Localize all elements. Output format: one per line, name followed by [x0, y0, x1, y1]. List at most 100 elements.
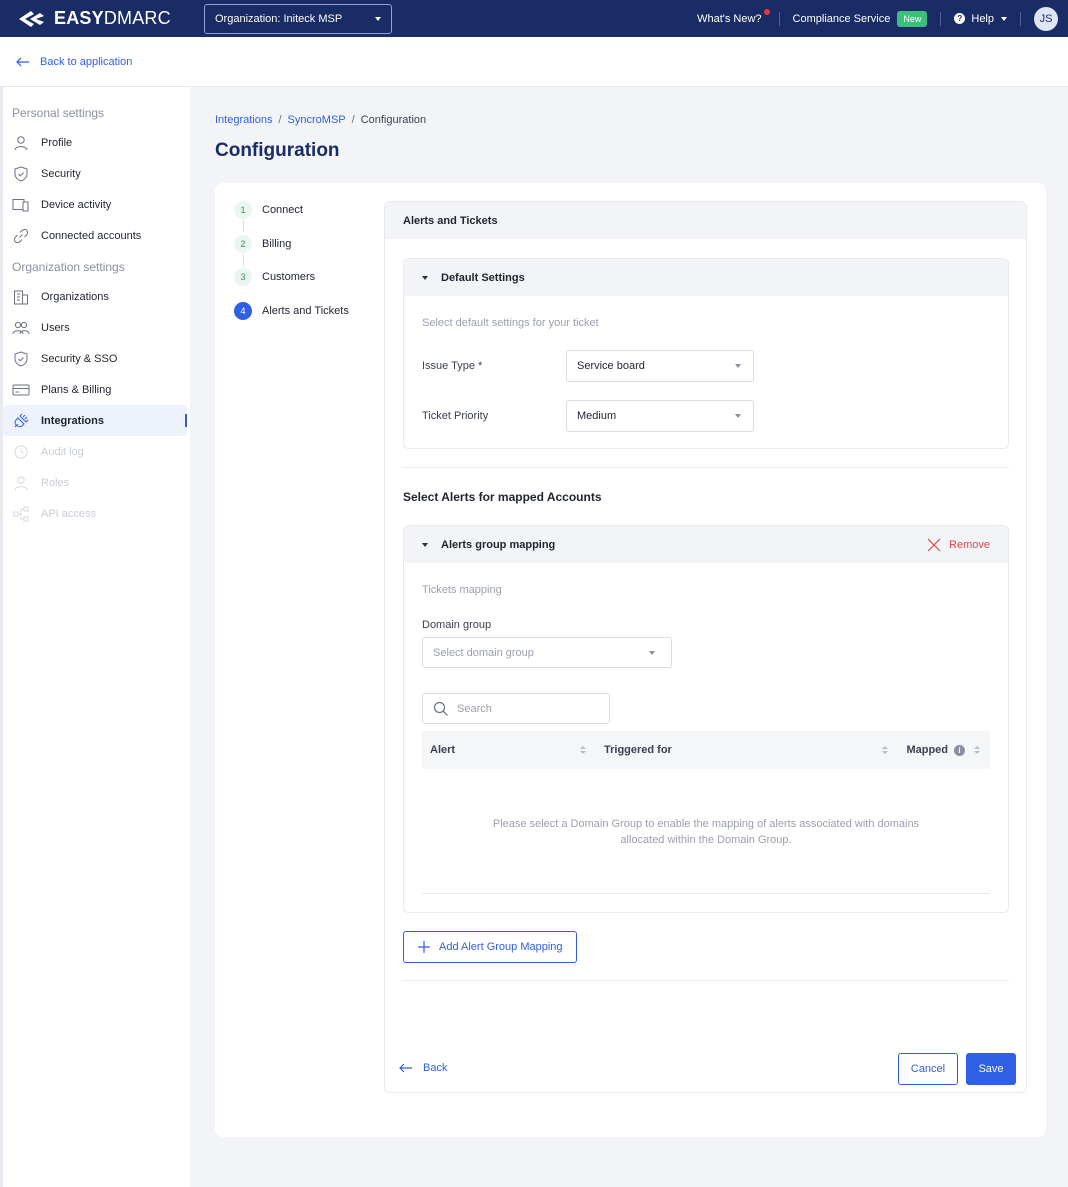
avatar[interactable]: JS — [1034, 6, 1058, 31]
remove-button[interactable]: Remove — [927, 538, 990, 552]
new-badge: New — [897, 10, 928, 27]
plus-icon — [418, 941, 430, 953]
step-alerts-and-tickets[interactable]: 4 Alerts and Tickets — [234, 301, 349, 321]
empty-state-line: allocated within the Domain Group. — [620, 834, 792, 846]
breadcrumb-current: Configuration — [360, 114, 427, 126]
column-label: Mapped — [906, 744, 948, 756]
issue-type-select[interactable]: Service board — [566, 350, 754, 382]
sidebar-item-users[interactable]: Users — [3, 312, 187, 343]
sidebar-item-label: Connected accounts — [41, 229, 142, 242]
default-settings-header[interactable]: Default Settings — [404, 259, 1008, 296]
sidebar-item-label: Security & SSO — [41, 352, 118, 365]
sidebar-item-label: Roles — [41, 476, 70, 489]
breadcrumb-integrations[interactable]: Integrations — [215, 114, 272, 126]
search-input[interactable]: Search — [422, 693, 610, 724]
personal-settings-heading: Personal settings — [12, 106, 105, 120]
column-triggered-for[interactable]: Triggered for — [594, 744, 896, 756]
step-label: Alerts and Tickets — [262, 305, 349, 317]
back-to-application-link[interactable]: Back to application — [16, 56, 132, 68]
ticket-priority-select[interactable]: Medium — [566, 400, 754, 432]
save-button[interactable]: Save — [966, 1053, 1016, 1085]
caret-down-icon — [422, 542, 428, 547]
sidebar-item-organizations[interactable]: Organizations — [3, 281, 187, 312]
step-label: Customers — [262, 271, 316, 283]
plug-icon — [12, 412, 30, 430]
divider — [778, 11, 780, 26]
whats-new-link[interactable]: What's New? — [697, 8, 770, 25]
sidebar-item-security[interactable]: Security — [3, 158, 187, 189]
users-icon — [12, 319, 30, 337]
domain-group-placeholder: Select domain group — [433, 646, 534, 659]
sort-icon — [580, 746, 586, 754]
chevron-down-icon — [649, 650, 655, 655]
chevron-down-icon — [375, 16, 381, 21]
domain-group-select[interactable]: Select domain group — [422, 637, 672, 668]
devices-icon — [12, 196, 30, 214]
column-mapped[interactable]: Mapped i — [896, 744, 990, 756]
close-icon — [927, 538, 941, 551]
help-label: Help — [971, 12, 994, 25]
sidebar-item-label: Device activity — [41, 198, 112, 211]
sidebar-item-security-sso[interactable]: Security & SSO — [3, 343, 187, 374]
sidebar-item-connected-accounts[interactable]: Connected accounts — [3, 220, 187, 251]
logo-text: EASYDMARC — [54, 8, 171, 28]
sidebar-item-profile[interactable]: Profile — [3, 127, 187, 158]
compliance-service-link[interactable]: Compliance Service — [793, 13, 891, 25]
organization-select-value: Organization: Initeck MSP — [215, 12, 343, 25]
sidebar-item-integrations[interactable]: Integrations — [3, 405, 187, 436]
sidebar-item-label: Integrations — [41, 414, 104, 427]
issue-type-label: Issue Type * — [422, 360, 483, 372]
mapped-accounts-title: Select Alerts for mapped Accounts — [403, 490, 602, 504]
caret-down-icon — [422, 275, 428, 280]
issue-type-value: Service board — [577, 360, 645, 372]
alerts-group-mapping-title: Alerts group mapping — [441, 538, 556, 551]
table-divider — [422, 893, 990, 894]
arrow-left-icon — [16, 57, 29, 66]
breadcrumb-separator: / — [351, 114, 355, 126]
sidebar-item-audit-log: Audit log — [3, 436, 187, 467]
empty-state-message: Please select a Domain Group to enable t… — [422, 816, 990, 848]
logo[interactable]: EASYDMARC — [18, 8, 204, 29]
default-settings-card: Default Settings Select default settings… — [403, 258, 1009, 449]
sort-icon — [974, 746, 980, 754]
divider — [403, 980, 1009, 981]
divider — [1020, 11, 1021, 26]
alerts-group-mapping-card: Alerts group mapping Remove Tickets mapp… — [403, 525, 1009, 913]
sidebar-item-roles: Roles — [3, 467, 187, 498]
sidebar-item-device-activity[interactable]: Device activity — [3, 189, 187, 220]
sidebar-item-plans-billing[interactable]: Plans & Billing — [3, 374, 187, 405]
page-title: Configuration — [215, 140, 340, 161]
building-icon — [12, 288, 30, 306]
info-icon[interactable]: i — [954, 744, 965, 756]
cancel-button[interactable]: Cancel — [898, 1053, 958, 1085]
add-alert-group-mapping-button[interactable]: Add Alert Group Mapping — [403, 931, 577, 963]
breadcrumb: Integrations / SyncroMSP / Configuration — [215, 114, 426, 126]
step-number: 3 — [234, 268, 252, 286]
organization-select[interactable]: Organization: Initeck MSP — [204, 3, 392, 34]
step-customers[interactable]: 3 Customers — [234, 267, 349, 287]
sidebar: Personal settings Profile Security Devic… — [0, 87, 190, 1187]
issue-type-row: Issue Type * Service board — [422, 350, 754, 382]
step-number: 4 — [234, 302, 252, 320]
help-menu[interactable]: ? Help — [954, 13, 1007, 25]
notification-dot — [763, 8, 770, 15]
ticket-priority-row: Ticket Priority Medium — [422, 400, 754, 432]
card-icon — [12, 381, 30, 399]
user-icon — [12, 134, 30, 152]
sub-bar: Back to application — [0, 37, 1068, 87]
step-connect[interactable]: 1 Connect — [234, 200, 349, 232]
empty-state-line: Please select a Domain Group to enable t… — [492, 818, 920, 830]
tickets-mapping-label: Tickets mapping — [422, 584, 502, 596]
sidebar-item-label: Plans & Billing — [41, 383, 112, 396]
column-alert[interactable]: Alert — [422, 744, 594, 756]
breadcrumb-syncromsp[interactable]: SyncroMSP — [288, 114, 346, 126]
remove-label: Remove — [949, 538, 990, 551]
step-billing[interactable]: 2 Billing — [234, 234, 349, 266]
easydmarc-logo-icon — [19, 10, 44, 27]
ticket-priority-label: Ticket Priority — [422, 410, 489, 422]
default-settings-hint: Select default settings for your ticket — [422, 317, 599, 329]
back-button[interactable]: Back — [399, 1062, 447, 1074]
organization-settings-heading: Organization settings — [12, 260, 125, 274]
alerts-group-mapping-header[interactable]: Alerts group mapping Remove — [404, 526, 1008, 563]
default-settings-title: Default Settings — [441, 271, 525, 284]
